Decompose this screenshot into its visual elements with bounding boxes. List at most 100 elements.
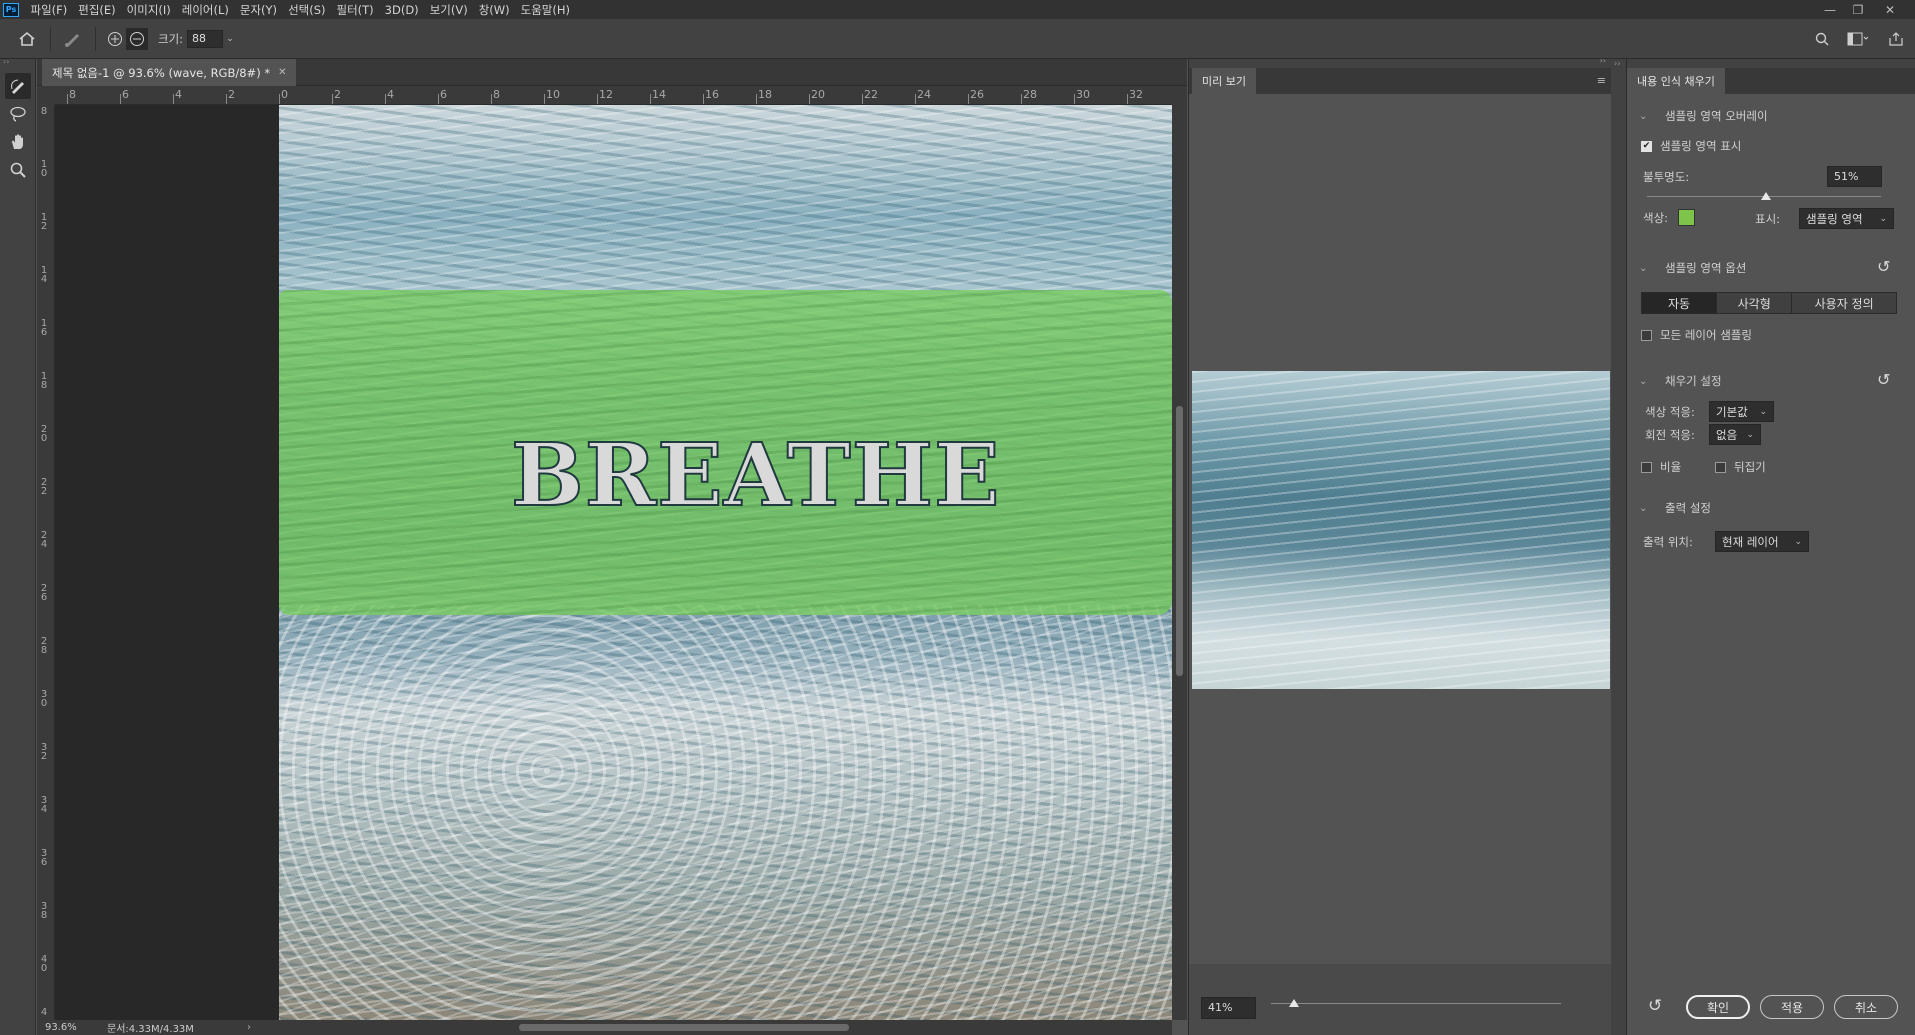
minimize-icon[interactable]: — (1816, 0, 1844, 19)
collapse-icon[interactable]: ›› (0, 58, 35, 66)
lasso-brush-tool-icon[interactable] (59, 30, 87, 48)
ok-button[interactable]: 확인 (1686, 995, 1750, 1019)
menu-select[interactable]: 선택(S) (283, 2, 331, 18)
menu-edit[interactable]: 편집(E) (73, 2, 121, 18)
ruler-h-label: 26 (970, 88, 984, 101)
scroll-thumb[interactable] (1176, 406, 1183, 676)
share-icon[interactable] (1886, 31, 1906, 46)
preview-tab[interactable]: 미리 보기 (1192, 68, 1256, 94)
chevron-down-icon[interactable]: ⌄ (223, 34, 237, 44)
reset-all-icon[interactable]: ↺ (1648, 996, 1662, 1016)
all-layers-label: 모든 레이어 샘플링 (1660, 328, 1752, 342)
ruler-v-label: 28 (40, 636, 48, 656)
ruler-v-label: 14 (40, 265, 48, 285)
chevron-down-icon: ⌄ (1639, 262, 1648, 274)
options-section-header[interactable]: ⌄ 샘플링 영역 옵션 (1639, 260, 1746, 276)
reset-icon[interactable]: ↺ (1877, 370, 1890, 389)
scale-checkbox[interactable] (1641, 461, 1652, 473)
preview-zoom-field[interactable]: 41% (1201, 997, 1256, 1019)
close-icon[interactable]: ✕ (1876, 0, 1904, 19)
seg-custom[interactable]: 사용자 정의 (1792, 293, 1897, 313)
scale-row[interactable]: 비율 (1641, 459, 1681, 475)
ruler-h-label: 28 (1023, 88, 1037, 101)
ruler-h-tick (173, 94, 174, 104)
apply-button[interactable]: 적용 (1760, 995, 1824, 1019)
canvas-text-selection[interactable]: BREATHE (510, 424, 1001, 527)
overlay-color-swatch[interactable] (1678, 209, 1696, 226)
ruler-h-tick (650, 94, 651, 104)
display-label: 표시: (1755, 212, 1781, 226)
document-tab[interactable]: 제목 없음-1 @ 93.6% (wave, RGB/8#) * ✕ (42, 59, 297, 86)
tab-close-icon[interactable]: ✕ (278, 67, 286, 78)
lasso-icon[interactable] (5, 101, 31, 127)
show-sampling-row[interactable]: ✔ 샘플링 영역 표시 (1641, 138, 1741, 154)
ruler-h-tick (1127, 94, 1128, 104)
ruler-v-label: 34 (40, 795, 48, 815)
ruler-h-label: 6 (440, 88, 447, 101)
reset-icon[interactable]: ↺ (1877, 257, 1890, 276)
size-input[interactable]: 88 (187, 29, 224, 48)
chevron-down-icon: ⌄ (1639, 502, 1648, 514)
mirror-checkbox[interactable] (1715, 461, 1726, 473)
ruler-v-label: 24 (40, 530, 48, 550)
color-label: 색상: (1643, 210, 1669, 225)
cancel-button[interactable]: 취소 (1834, 995, 1898, 1019)
seg-rectangle[interactable]: 사각형 (1717, 293, 1793, 313)
opacity-field[interactable]: 51% (1827, 166, 1882, 187)
chevron-down-icon: ⌄ (1759, 406, 1767, 417)
preview-zoom-slider[interactable] (1271, 1003, 1561, 1004)
rotation-adapt-label: 회전 적응: (1645, 428, 1695, 442)
overlay-section-header[interactable]: ⌄ 샘플링 영역 오버레이 (1639, 108, 1768, 124)
add-mode-icon[interactable] (104, 31, 126, 47)
show-sampling-checkbox[interactable]: ✔ (1641, 140, 1652, 152)
canvas-vertical-scrollbar[interactable] (1172, 86, 1187, 1020)
color-adapt-value: 기본값 (1716, 404, 1748, 419)
fill-section-header[interactable]: ⌄ 채우기 설정 (1639, 373, 1722, 389)
menu-view[interactable]: 보기(V) (424, 2, 473, 18)
output-section-header[interactable]: ⌄ 출력 설정 (1639, 500, 1711, 516)
menu-window[interactable]: 창(W) (473, 2, 515, 18)
output-dropdown[interactable]: 현재 레이어 ⌄ (1715, 531, 1809, 552)
lasso-brush-icon[interactable] (5, 73, 31, 99)
ruler-h-tick (915, 94, 916, 104)
display-dropdown[interactable]: 샘플링 영역 ⌄ (1799, 208, 1894, 229)
zoom-status[interactable]: 93.6% (37, 1022, 107, 1033)
panel-menu-icon[interactable]: ≡ (1597, 74, 1606, 87)
content-aware-tab-bar: 내용 인식 채우기 (1627, 68, 1915, 94)
zoom-icon[interactable] (5, 157, 31, 183)
menu-type[interactable]: 문자(Y) (234, 2, 282, 18)
gutter-expand-icon[interactable]: ›› (1614, 59, 1620, 68)
seg-auto[interactable]: 자동 (1642, 293, 1718, 313)
ruler-h-tick (67, 94, 68, 104)
workspace-icon[interactable] (1844, 32, 1872, 46)
ruler-h-label: 6 (122, 88, 129, 101)
content-aware-tab[interactable]: 내용 인식 채우기 (1627, 68, 1725, 94)
chevron-down-icon: ⌄ (1794, 536, 1802, 547)
restore-icon[interactable]: ❐ (1844, 0, 1872, 19)
canvas-horizontal-scrollbar[interactable] (279, 1020, 1172, 1035)
menu-image[interactable]: 이미지(I) (121, 2, 176, 18)
menu-file[interactable]: 파일(F) (25, 2, 73, 18)
hand-icon[interactable] (5, 129, 31, 155)
rotation-adapt-dropdown[interactable]: 없음 ⌄ (1709, 424, 1761, 445)
ruler-h-label: 22 (864, 88, 878, 101)
document-size-status: 문서:4.33M/4.33M (107, 1024, 194, 1035)
document-canvas[interactable]: BREATHE (279, 105, 1172, 1020)
search-icon[interactable] (1812, 32, 1832, 46)
preview-zoom-knob[interactable] (1289, 999, 1300, 1007)
content-aware-fill-panel: 내용 인식 채우기 ⌄ 샘플링 영역 오버레이 ✔ 샘플링 영역 표시 불투명도… (1626, 59, 1915, 1035)
subtract-mode-icon[interactable] (126, 27, 148, 50)
all-layers-checkbox[interactable] (1641, 329, 1652, 341)
menu-3d[interactable]: 3D(D) (379, 3, 424, 17)
scroll-thumb[interactable] (519, 1024, 849, 1031)
menu-filter[interactable]: 필터(T) (331, 2, 379, 18)
status-chevron-icon[interactable]: › (247, 1022, 251, 1033)
mirror-row[interactable]: 뒤집기 (1715, 459, 1766, 475)
home-icon[interactable] (12, 31, 42, 47)
menu-help[interactable]: 도움말(H) (515, 2, 575, 18)
opacity-slider-knob[interactable] (1761, 192, 1772, 200)
color-adapt-dropdown[interactable]: 기본값 ⌄ (1709, 401, 1774, 422)
panel-collapse-icon[interactable]: ›› (1600, 56, 1606, 65)
menu-layer[interactable]: 레이어(L) (176, 2, 234, 18)
all-layers-row[interactable]: 모든 레이어 샘플링 (1641, 327, 1752, 343)
